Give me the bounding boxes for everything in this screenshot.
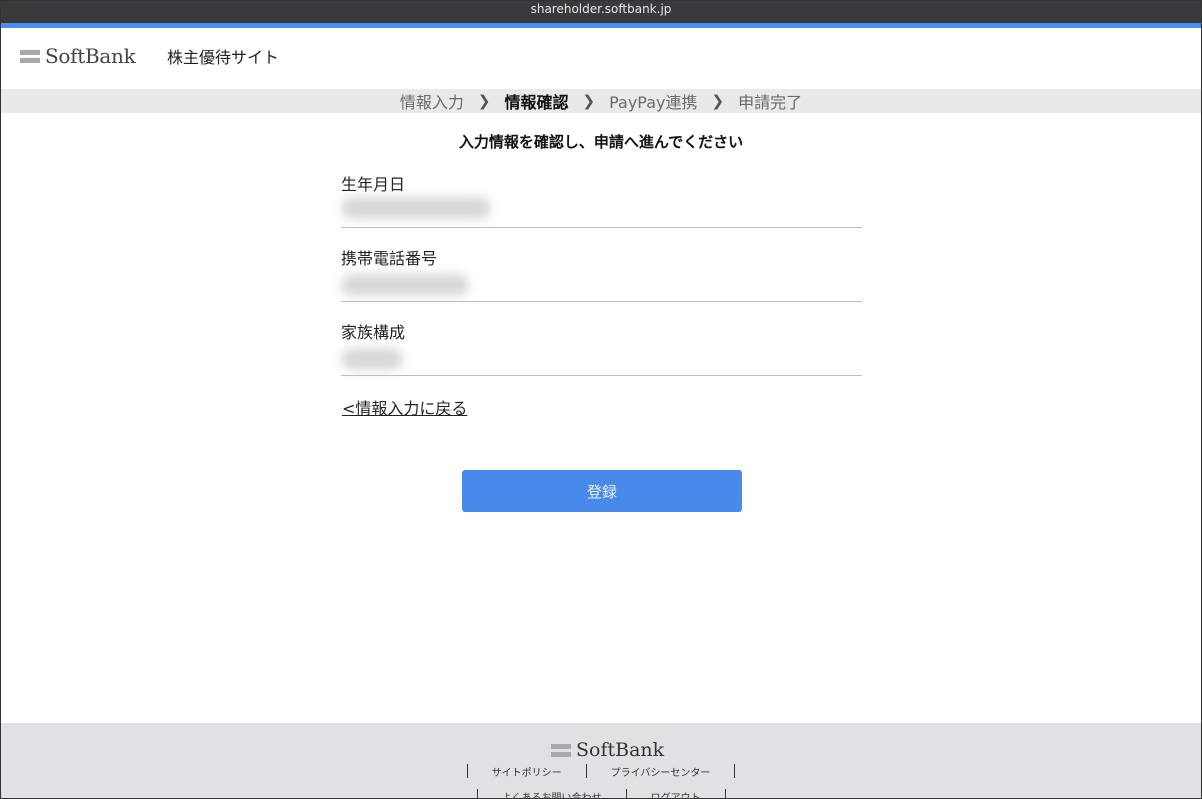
birthdate-field: 生年月日 (341, 171, 862, 228)
page-heading: 入力情報を確認し、申請へ進んでください (458, 133, 744, 151)
birthdate-value-blurred (341, 197, 491, 219)
family-value-blurred (341, 348, 403, 370)
step-complete: 申請完了 (738, 93, 803, 112)
footer-links-row2: よくあるお問い合わせ ログアウト (1, 789, 1201, 798)
footer-links-row1: サイトポリシー プライバシーセンター (1, 764, 1201, 779)
site-footer: SoftBank サイトポリシー プライバシーセンター よくあるお問い合わせ ロ… (1, 723, 1201, 798)
page-frame: shareholder.softbank.jp SoftBank 株主優待サイト… (0, 0, 1202, 799)
site-title: 株主優待サイト (167, 48, 280, 67)
chevron-right-icon: ❯ (582, 92, 596, 110)
field-divider (341, 301, 862, 302)
softbank-logo-icon (20, 48, 40, 64)
register-button[interactable]: 登録 (462, 470, 742, 512)
phone-label: 携帯電話番号 (341, 249, 438, 268)
step-paypay-link: PayPay連携 (609, 93, 698, 112)
step-info-confirm: 情報確認 (504, 93, 569, 112)
birthdate-label: 生年月日 (341, 175, 406, 194)
field-divider (341, 227, 862, 228)
family-field: 家族構成 (341, 319, 862, 376)
privacy-center-link[interactable]: プライバシーセンター (587, 764, 735, 779)
url-text: shareholder.softbank.jp (530, 2, 672, 16)
faq-link[interactable]: よくあるお問い合わせ (478, 789, 626, 798)
family-label: 家族構成 (341, 323, 406, 342)
softbank-logo-icon (551, 742, 571, 758)
progress-steps: 情報入力 ❯ 情報確認 ❯ PayPay連携 ❯ 申請完了 (1, 89, 1201, 113)
divider (734, 764, 736, 778)
chevron-right-icon: ❯ (711, 92, 725, 110)
logout-link[interactable]: ログアウト (627, 789, 725, 798)
softbank-logo[interactable]: SoftBank (20, 44, 136, 68)
footer-softbank-logo[interactable]: SoftBank (551, 739, 664, 761)
site-header: SoftBank 株主優待サイト (1, 28, 1201, 89)
step-info-input: 情報入力 (399, 93, 464, 112)
site-policy-link[interactable]: サイトポリシー (468, 764, 586, 779)
phone-field: 携帯電話番号 (341, 245, 862, 302)
browser-url-bar[interactable]: shareholder.softbank.jp (1, 1, 1201, 23)
field-divider (341, 375, 862, 376)
chevron-right-icon: ❯ (477, 92, 491, 110)
phone-value-blurred (341, 274, 469, 296)
logo-text: SoftBank (45, 44, 136, 68)
footer-logo-text: SoftBank (576, 739, 665, 761)
divider (724, 789, 726, 798)
back-to-input-link[interactable]: <情報入力に戻る (342, 395, 467, 419)
